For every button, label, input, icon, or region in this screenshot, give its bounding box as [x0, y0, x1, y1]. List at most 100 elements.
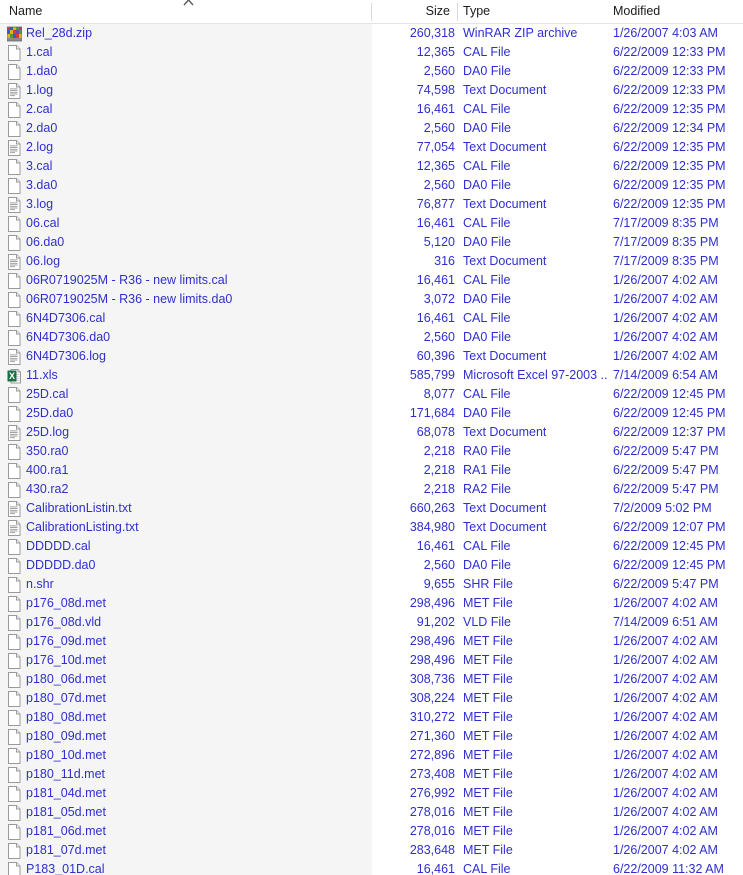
table-row[interactable]: p181_05d.met 278,016 MET File 1/26/2007 4:0… — [0, 803, 743, 822]
table-row[interactable]: 1.log 74,598 Text Document 6/22/2009 12:33 … — [0, 81, 743, 100]
table-row[interactable]: p180_10d.met 272,896 MET File 1/26/2007 4:0… — [0, 746, 743, 765]
text-document-icon — [7, 83, 22, 99]
table-row[interactable]: p180_11d.met 273,408 MET File 1/26/2007 4:0… — [0, 765, 743, 784]
file-type: SHR File — [463, 577, 514, 591]
file-modified: 1/26/2007 4:02 AM — [613, 273, 718, 287]
table-row[interactable]: Rel_28d.zip 260,318 WinRAR ZIP archive 1/26… — [0, 24, 743, 43]
table-row[interactable]: p181_04d.met 276,992 MET File 1/26/2007 4:0… — [0, 784, 743, 803]
blank-file-icon — [7, 216, 22, 232]
file-size: 298,496 — [409, 596, 455, 610]
file-name: DDDDD.da0 — [26, 558, 96, 572]
table-row[interactable]: CalibrationListing.txt 384,980 Text Docume… — [0, 518, 743, 537]
file-size: 8,077 — [423, 387, 455, 401]
file-type: VLD File — [463, 615, 511, 629]
file-modified: 6/22/2009 5:47 PM — [613, 482, 719, 496]
file-size: 171,684 — [409, 406, 455, 420]
table-row[interactable]: 06.log 316 Text Document 7/17/2009 8:35 PM — [0, 252, 743, 271]
file-modified: 6/22/2009 5:47 PM — [613, 577, 719, 591]
column-header-modified[interactable]: Modified — [613, 0, 660, 23]
column-header-row: Name Size Type Modified — [0, 0, 743, 24]
table-row[interactable]: 25D.cal 8,077 CAL File 6/22/2009 12:45 PM — [0, 385, 743, 404]
file-size: 660,263 — [409, 501, 455, 515]
column-header-type[interactable]: Type — [463, 0, 490, 23]
table-row[interactable]: P183_01D.cal 16,461 CAL File 6/22/2009 11:3… — [0, 860, 743, 875]
file-size: 308,224 — [409, 691, 455, 705]
blank-file-icon — [7, 653, 22, 669]
table-row[interactable]: p176_08d.met 298,496 MET File 1/26/2007 4:0… — [0, 594, 743, 613]
file-size: 316 — [434, 254, 455, 268]
table-row[interactable]: p180_08d.met 310,272 MET File 1/26/2007 4:0… — [0, 708, 743, 727]
table-row[interactable]: 25D.log 68,078 Text Document 6/22/2009 12:3… — [0, 423, 743, 442]
table-row[interactable]: 25D.da0 171,684 DA0 File 6/22/2009 12:45 PM — [0, 404, 743, 423]
table-row[interactable]: p180_07d.met 308,224 MET File 1/26/2007 4:0… — [0, 689, 743, 708]
table-row[interactable]: p180_09d.met 271,360 MET File 1/26/2007 4:0… — [0, 727, 743, 746]
file-name: 350.ra0 — [26, 444, 69, 458]
table-row[interactable]: 06.da0 5,120 DA0 File 7/17/2009 8:35 PM — [0, 233, 743, 252]
table-row[interactable]: DDDDD.cal 16,461 CAL File 6/22/2009 12:45 P… — [0, 537, 743, 556]
table-row[interactable]: 06.cal 16,461 CAL File 7/17/2009 8:35 PM — [0, 214, 743, 233]
table-row[interactable]: 1.da0 2,560 DA0 File 6/22/2009 12:33 PM — [0, 62, 743, 81]
table-row[interactable]: n.shr 9,655 SHR File 6/22/2009 5:47 PM — [0, 575, 743, 594]
blank-file-icon — [7, 539, 22, 555]
file-list: Rel_28d.zip 260,318 WinRAR ZIP archive 1/26… — [0, 24, 743, 875]
file-type: MET File — [463, 691, 513, 705]
file-size: 2,218 — [423, 444, 455, 458]
table-row[interactable]: 350.ra0 2,218 RA0 File 6/22/2009 5:47 PM — [0, 442, 743, 461]
table-row[interactable]: p176_08d.vld 91,202 VLD File 7/14/2009 6:51… — [0, 613, 743, 632]
file-size: 91,202 — [416, 615, 455, 629]
file-modified: 1/26/2007 4:02 AM — [613, 672, 718, 686]
file-name: 06R0719025M - R36 - new limits.cal — [26, 273, 228, 287]
file-size: 2,560 — [423, 330, 455, 344]
table-row[interactable]: 6N4D7306.log 60,396 Text Document 1/26/2007… — [0, 347, 743, 366]
file-modified: 1/26/2007 4:02 AM — [613, 311, 718, 325]
table-row[interactable]: 2.cal 16,461 CAL File 6/22/2009 12:35 PM — [0, 100, 743, 119]
file-type: DA0 File — [463, 121, 511, 135]
table-row[interactable]: p176_10d.met 298,496 MET File 1/26/2007 4:0… — [0, 651, 743, 670]
table-row[interactable]: 3.da0 2,560 DA0 File 6/22/2009 12:35 PM — [0, 176, 743, 195]
file-size: 16,461 — [416, 862, 455, 875]
table-row[interactable]: 2.da0 2,560 DA0 File 6/22/2009 12:34 PM — [0, 119, 743, 138]
blank-file-icon — [7, 843, 22, 859]
file-name: 2.cal — [26, 102, 53, 116]
blank-file-icon — [7, 330, 22, 346]
table-row[interactable]: CalibrationListin.txt 660,263 Text Documen… — [0, 499, 743, 518]
file-type: MET File — [463, 653, 513, 667]
file-type: CAL File — [463, 539, 511, 553]
file-size: 272,896 — [409, 748, 455, 762]
table-row[interactable]: p180_06d.met 308,736 MET File 1/26/2007 4:0… — [0, 670, 743, 689]
file-type: CAL File — [463, 311, 511, 325]
column-divider-name-size[interactable] — [371, 3, 372, 21]
table-row[interactable]: DDDDD.da0 2,560 DA0 File 6/22/2009 12:45 PM — [0, 556, 743, 575]
table-row[interactable]: 6N4D7306.da0 2,560 DA0 File 1/26/2007 4:02 … — [0, 328, 743, 347]
table-row[interactable]: 430.ra2 2,218 RA2 File 6/22/2009 5:47 PM — [0, 480, 743, 499]
file-name: p176_09d.met — [26, 634, 106, 648]
table-row[interactable]: 400.ra1 2,218 RA1 File 6/22/2009 5:47 PM — [0, 461, 743, 480]
column-header-size[interactable]: Size — [373, 0, 455, 23]
file-name: p180_10d.met — [26, 748, 106, 762]
table-row[interactable]: 06R0719025M - R36 - new limits.cal 16,461… — [0, 271, 743, 290]
file-size: 68,078 — [416, 425, 455, 439]
file-name: p176_10d.met — [26, 653, 106, 667]
table-row[interactable]: X 11.xls 585,799 Microsoft Excel 97-2003 ..… — [0, 366, 743, 385]
file-modified: 6/22/2009 12:33 PM — [613, 64, 726, 78]
table-row[interactable]: 3.log 76,877 Text Document 6/22/2009 12:35 … — [0, 195, 743, 214]
file-name: p181_05d.met — [26, 805, 106, 819]
table-row[interactable]: p181_07d.met 283,648 MET File 1/26/2007 4:0… — [0, 841, 743, 860]
table-row[interactable]: 2.log 77,054 Text Document 6/22/2009 12:35 … — [0, 138, 743, 157]
file-modified: 6/22/2009 12:45 PM — [613, 558, 726, 572]
table-row[interactable]: p176_09d.met 298,496 MET File 1/26/2007 4:0… — [0, 632, 743, 651]
file-explorer-list-view: Name Size Type Modified Rel_28d.zip 260,3… — [0, 0, 743, 875]
blank-file-icon — [7, 824, 22, 840]
table-row[interactable]: 06R0719025M - R36 - new limits.da0 3,072 D… — [0, 290, 743, 309]
column-divider-size-type[interactable] — [457, 3, 458, 21]
table-row[interactable]: 3.cal 12,365 CAL File 6/22/2009 12:35 PM — [0, 157, 743, 176]
table-row[interactable]: p181_06d.met 278,016 MET File 1/26/2007 4:0… — [0, 822, 743, 841]
file-name: p176_08d.met — [26, 596, 106, 610]
table-row[interactable]: 1.cal 12,365 CAL File 6/22/2009 12:33 PM — [0, 43, 743, 62]
file-name: DDDDD.cal — [26, 539, 91, 553]
file-name: 1.log — [26, 83, 54, 97]
table-row[interactable]: 6N4D7306.cal 16,461 CAL File 1/26/2007 4:02… — [0, 309, 743, 328]
file-name: 6N4D7306.da0 — [26, 330, 111, 344]
column-header-name[interactable]: Name — [9, 0, 42, 23]
file-modified: 7/17/2009 8:35 PM — [613, 235, 719, 249]
